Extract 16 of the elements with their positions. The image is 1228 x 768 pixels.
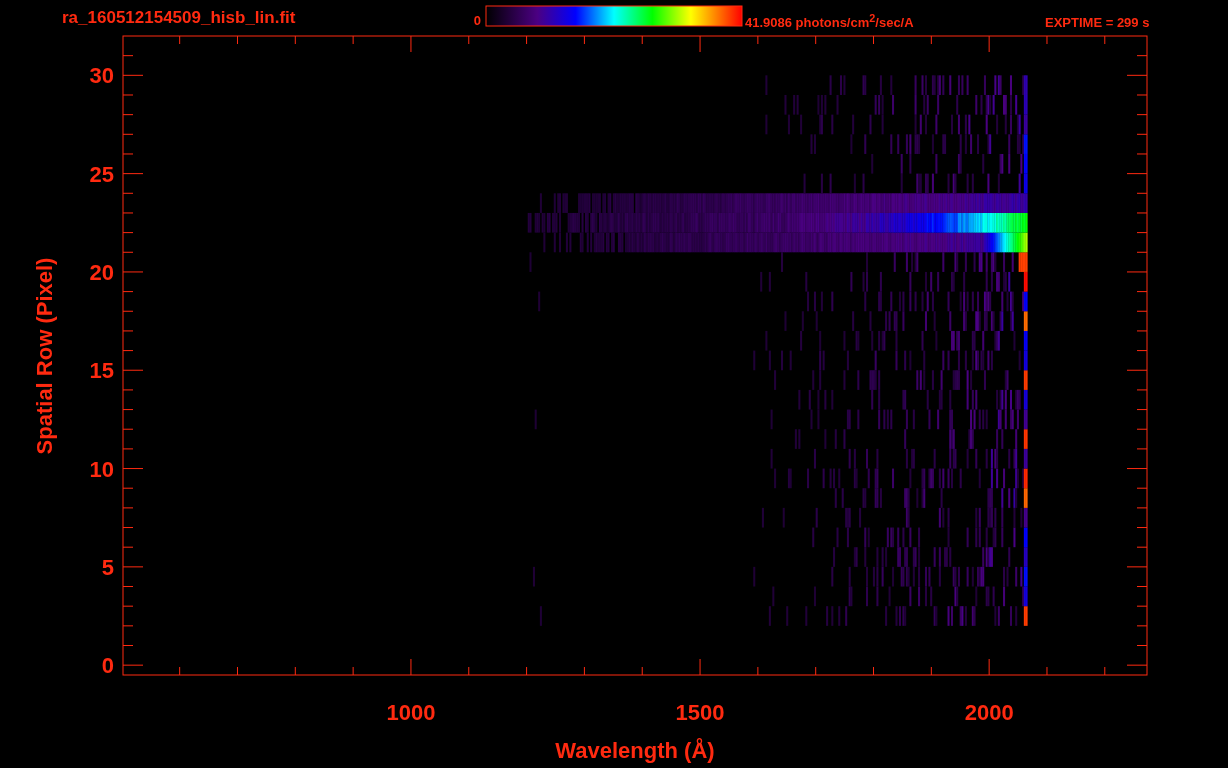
y-tick-label: 25 (89, 161, 114, 187)
y-tick-label: 15 (89, 358, 114, 384)
y-tick-label: 30 (89, 63, 114, 89)
color-scale-min-label: 0 (473, 13, 481, 28)
y-tick-label: 10 (89, 456, 114, 482)
color-scale-max-label: 41.9086 photons/cm$^{2}$/sec/A (745, 11, 914, 32)
exposure-time-label: EXPTIME = 299 s (1045, 15, 1150, 30)
y-axis-title: Spatial Row (Pixel) (32, 257, 57, 455)
y-tick-label: 0 (101, 653, 114, 679)
file-title: ra_160512154509_hisb_lin.fit (62, 8, 296, 27)
x-tick-label: 1000 (386, 700, 436, 725)
y-tick-label: 5 (101, 554, 114, 580)
x-tick-label: 1500 (675, 700, 725, 725)
y-tick-label: 20 (89, 259, 114, 285)
x-axis-title: Wavelength (Å) (555, 738, 715, 763)
x-tick-label: 2000 (964, 700, 1014, 725)
